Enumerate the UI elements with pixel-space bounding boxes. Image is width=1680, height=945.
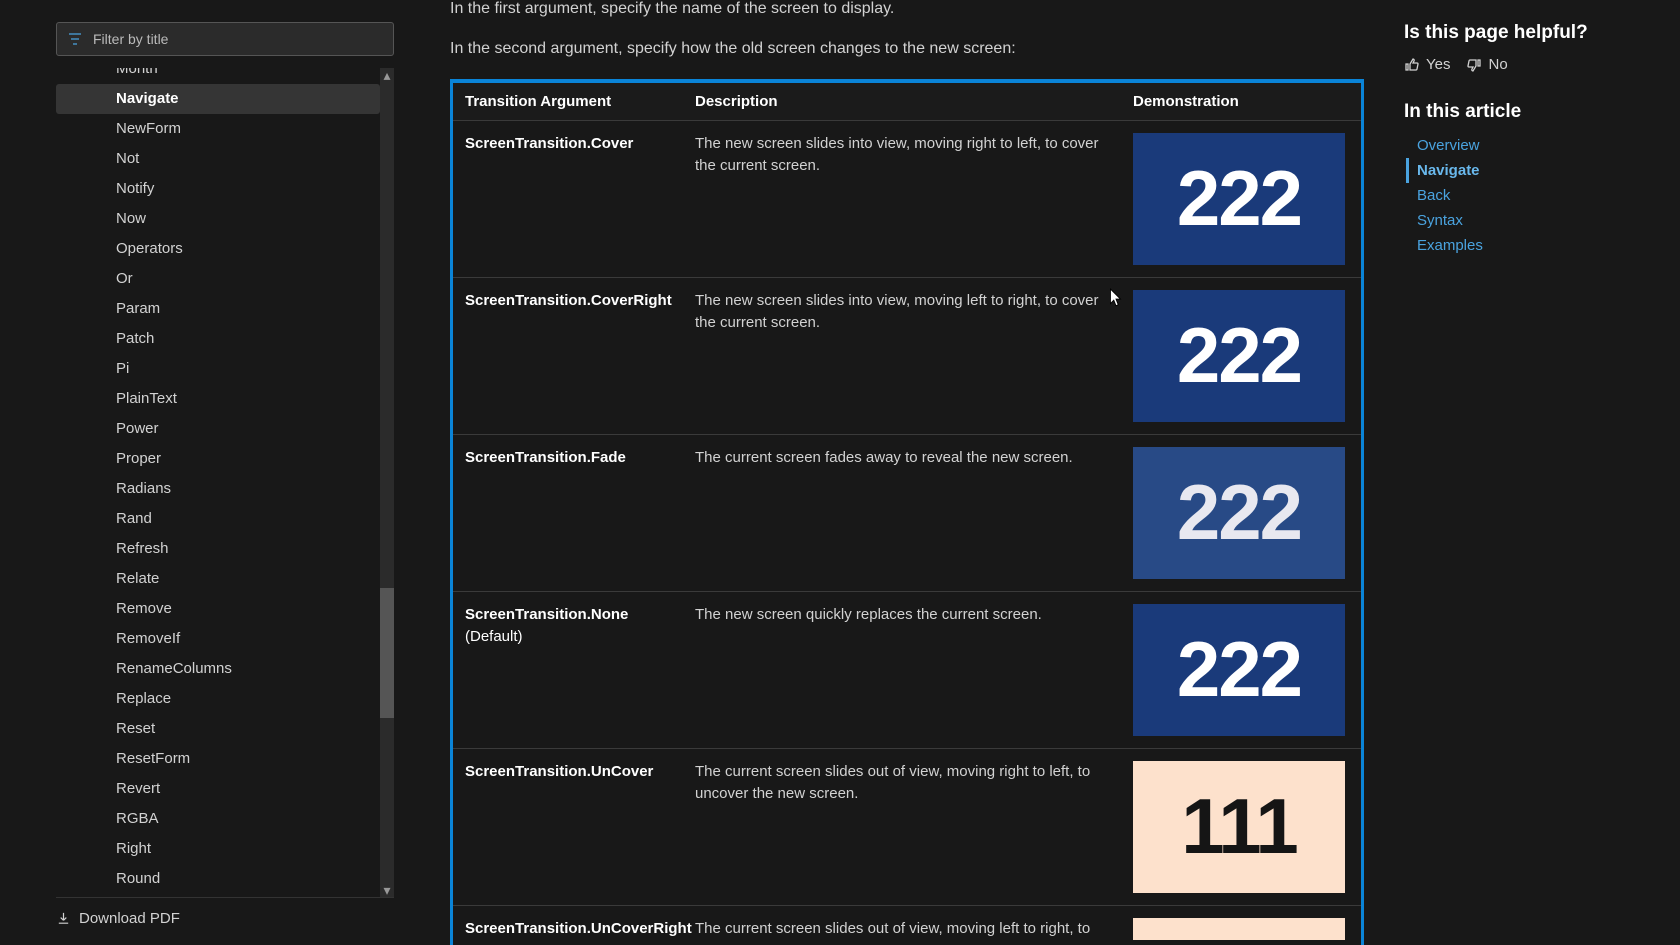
demo-tile: 222 [1133,290,1345,422]
table-row: ScreenTransition.CoverRightThe new scree… [453,277,1361,434]
nav-item-now[interactable]: Now [56,204,380,234]
cell-demonstration: 222 [1121,591,1361,748]
cell-argument: ScreenTransition.Cover [453,120,683,277]
download-pdf[interactable]: Download PDF [56,897,394,927]
cell-description: The current screen slides out of view, m… [683,905,1121,945]
scrollbar-track[interactable] [380,68,394,897]
thumbs-down-icon [1466,57,1482,73]
filter-container [56,22,394,56]
yes-label: Yes [1426,56,1450,73]
nav-item-rounddown[interactable]: RoundDown [56,894,380,897]
demo-tile: 222 [1133,447,1345,579]
transitions-table: Transition Argument Description Demonstr… [453,83,1361,945]
scroll-down-arrow[interactable]: ▾ [380,883,394,897]
toc-item-overview[interactable]: Overview [1406,133,1660,158]
cell-demonstration: 111 [1121,905,1361,945]
nav-item-param[interactable]: Param [56,294,380,324]
nav-item-reset[interactable]: Reset [56,714,380,744]
transitions-table-wrap: Transition Argument Description Demonstr… [450,79,1364,945]
nav-item-power[interactable]: Power [56,414,380,444]
main-content: In the first argument, specify the name … [408,0,1390,945]
cell-demonstration: 222 [1121,120,1361,277]
nav-item-or[interactable]: Or [56,264,380,294]
nav-item-month[interactable]: Month [56,68,380,84]
cell-description: The new screen slides into view, moving … [683,120,1121,277]
nav-item-right[interactable]: Right [56,834,380,864]
helpful-buttons: Yes No [1404,56,1660,73]
table-row: ScreenTransition.FadeThe current screen … [453,434,1361,591]
filter-input[interactable] [91,30,383,48]
demo-tile: 222 [1133,133,1345,265]
cell-description: The current screen fades away to reveal … [683,434,1121,591]
table-row: ScreenTransition.UnCoverRightThe current… [453,905,1361,945]
no-label: No [1488,56,1507,73]
cell-demonstration: 222 [1121,277,1361,434]
sidebar: MonthNavigateNewFormNotNotifyNowOperator… [0,0,408,945]
table-row: ScreenTransition.UnCoverThe current scre… [453,748,1361,905]
thumbs-up-icon [1404,57,1420,73]
nav-item-removeif[interactable]: RemoveIf [56,624,380,654]
nav-item-radians[interactable]: Radians [56,474,380,504]
demo-tile: 111 [1133,918,1345,940]
filter-icon [67,31,83,47]
nav-scroll: MonthNavigateNewFormNotNotifyNowOperator… [56,68,394,897]
nav-item-navigate[interactable]: Navigate [56,84,380,114]
table-row: ScreenTransition.CoverThe new screen sli… [453,120,1361,277]
helpful-no[interactable]: No [1466,56,1507,73]
cell-description: The new screen quickly replaces the curr… [683,591,1121,748]
nav-item-not[interactable]: Not [56,144,380,174]
download-icon [56,911,71,926]
right-rail: Is this page helpful? Yes No In this art… [1390,0,1680,945]
cell-demonstration: 111 [1121,748,1361,905]
th-argument: Transition Argument [453,83,683,121]
nav-item-rgba[interactable]: RGBA [56,804,380,834]
cell-argument: ScreenTransition.UnCoverRight [453,905,683,945]
intro-paragraph-2: In the second argument, specify how the … [450,38,1360,60]
nav-item-notify[interactable]: Notify [56,174,380,204]
toc-title: In this article [1404,101,1660,123]
cell-argument: ScreenTransition.Fade [453,434,683,591]
toc-item-syntax[interactable]: Syntax [1406,208,1660,233]
toc-item-back[interactable]: Back [1406,183,1660,208]
nav-list: MonthNavigateNewFormNotNotifyNowOperator… [56,68,380,897]
nav-item-plaintext[interactable]: PlainText [56,384,380,414]
nav-item-proper[interactable]: Proper [56,444,380,474]
nav-item-revert[interactable]: Revert [56,774,380,804]
demo-tile: 111 [1133,761,1345,893]
nav-item-relate[interactable]: Relate [56,564,380,594]
download-label: Download PDF [79,910,180,927]
cell-description: The new screen slides into view, moving … [683,277,1121,434]
nav-item-newform[interactable]: NewForm [56,114,380,144]
nav-item-remove[interactable]: Remove [56,594,380,624]
demo-tile: 222 [1133,604,1345,736]
nav-item-refresh[interactable]: Refresh [56,534,380,564]
helpful-title: Is this page helpful? [1404,22,1660,44]
cell-demonstration: 222 [1121,434,1361,591]
nav-item-replace[interactable]: Replace [56,684,380,714]
cell-description: The current screen slides out of view, m… [683,748,1121,905]
toc-item-examples[interactable]: Examples [1406,233,1660,258]
table-row: ScreenTransition.None(Default)The new sc… [453,591,1361,748]
nav-item-patch[interactable]: Patch [56,324,380,354]
th-description: Description [683,83,1121,121]
toc-list: OverviewNavigateBackSyntaxExamples [1404,133,1660,258]
cell-argument: ScreenTransition.None(Default) [453,591,683,748]
th-demonstration: Demonstration [1121,83,1361,121]
filter-box[interactable] [56,22,394,56]
nav-item-resetform[interactable]: ResetForm [56,744,380,774]
nav-item-renamecolumns[interactable]: RenameColumns [56,654,380,684]
nav-item-round[interactable]: Round [56,864,380,894]
helpful-yes[interactable]: Yes [1404,56,1450,73]
intro-paragraph-1: In the first argument, specify the name … [450,0,1360,20]
nav-item-operators[interactable]: Operators [56,234,380,264]
nav-item-rand[interactable]: Rand [56,504,380,534]
cell-argument: ScreenTransition.CoverRight [453,277,683,434]
cell-argument: ScreenTransition.UnCover [453,748,683,905]
scrollbar-thumb[interactable] [380,588,394,718]
nav-item-pi[interactable]: Pi [56,354,380,384]
scroll-up-arrow[interactable]: ▴ [380,68,394,82]
toc-item-navigate[interactable]: Navigate [1406,158,1660,183]
